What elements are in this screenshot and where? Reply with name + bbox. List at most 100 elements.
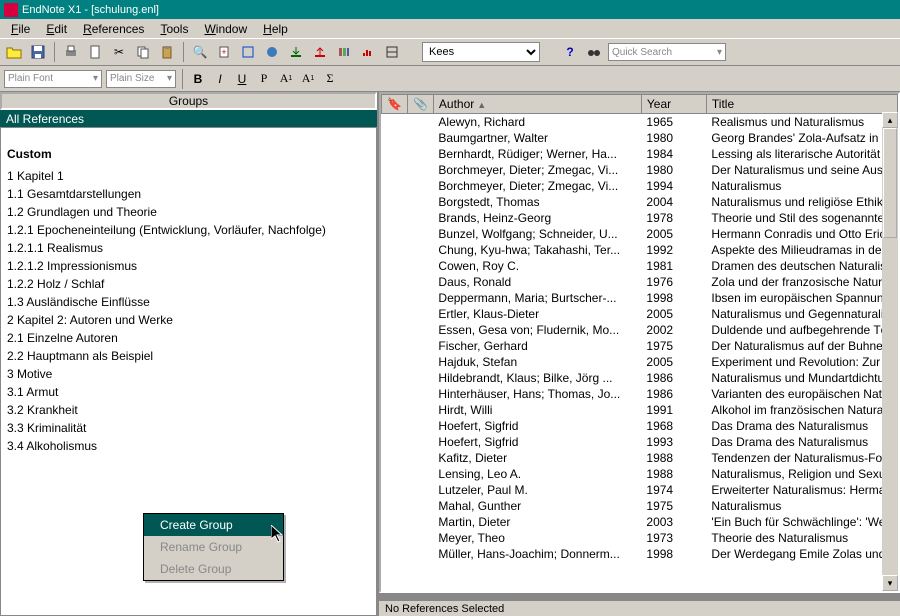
table-row[interactable]: Mahal, Gunther1975Naturalismus xyxy=(382,498,898,514)
italic-button[interactable]: I xyxy=(211,70,229,88)
group-item[interactable]: 1.2.2 Holz / Schlaf xyxy=(7,275,370,293)
table-row[interactable]: Cowen, Roy C.1981Dramen des deutschen Na… xyxy=(382,258,898,274)
all-references-item[interactable]: All References xyxy=(0,110,377,127)
group-item[interactable]: 3.2 Krankheit xyxy=(7,401,370,419)
table-row[interactable]: Lensing, Leo A.1988Naturalismus, Religio… xyxy=(382,466,898,482)
table-row[interactable]: Brands, Heinz-Georg1978Theorie und Stil … xyxy=(382,210,898,226)
group-item[interactable]: 1 Kapitel 1 xyxy=(7,167,370,185)
binoculars-icon[interactable] xyxy=(584,42,604,62)
panel-icon[interactable] xyxy=(382,42,402,62)
import-icon[interactable] xyxy=(286,42,306,62)
size-selector[interactable]: Plain Size▾ xyxy=(106,70,176,88)
separator xyxy=(54,42,55,62)
table-row[interactable]: Hajduk, Stefan2005Experiment und Revolut… xyxy=(382,354,898,370)
ref-icon[interactable] xyxy=(238,42,258,62)
menu-file[interactable]: File xyxy=(4,20,37,38)
group-item[interactable]: 1.2.1.1 Realismus xyxy=(7,239,370,257)
col-year[interactable]: Year xyxy=(641,95,706,114)
group-item[interactable]: 2.1 Einzelne Autoren xyxy=(7,329,370,347)
table-row[interactable]: Bernhardt, Rüdiger; Werner, Ha...1984Les… xyxy=(382,146,898,162)
online-icon[interactable] xyxy=(262,42,282,62)
cut-icon[interactable]: ✂ xyxy=(109,42,129,62)
table-row[interactable]: Alewyn, Richard1965Realismus und Natural… xyxy=(382,114,898,131)
table-row[interactable]: Hoefert, Sigfrid1968Das Drama des Natura… xyxy=(382,418,898,434)
print-icon[interactable] xyxy=(61,42,81,62)
font-selector[interactable]: Plain Font▾ xyxy=(4,70,102,88)
menu-help[interactable]: Help xyxy=(256,20,295,38)
export-icon[interactable] xyxy=(310,42,330,62)
table-row[interactable]: Hoefert, Sigfrid1993Das Drama des Natura… xyxy=(382,434,898,450)
copy-icon[interactable] xyxy=(133,42,153,62)
group-item[interactable]: 1.2.1.2 Impressionismus xyxy=(7,257,370,275)
table-row[interactable]: Borchmeyer, Dieter; Zmegac, Vi...1980Der… xyxy=(382,162,898,178)
table-row[interactable]: Martin, Dieter2003'Ein Buch für Schwächl… xyxy=(382,514,898,530)
separator xyxy=(182,69,183,89)
new-ref-icon[interactable]: + xyxy=(214,42,234,62)
titlebar: EndNote X1 - [schulung.enl] xyxy=(0,0,900,19)
group-item[interactable]: 1.3 Ausländische Einflüsse xyxy=(7,293,370,311)
table-row[interactable]: Daus, Ronald1976Zola und der franzosisch… xyxy=(382,274,898,290)
table-row[interactable]: Baumgartner, Walter1980Georg Brandes' Zo… xyxy=(382,130,898,146)
table-row[interactable]: Borchmeyer, Dieter; Zmegac, Vi...1994Nat… xyxy=(382,178,898,194)
table-row[interactable]: Lutzeler, Paul M.1974Erweiterter Natural… xyxy=(382,482,898,498)
group-item[interactable]: 3.3 Kriminalität xyxy=(7,419,370,437)
subscript-button[interactable]: A1 xyxy=(299,70,317,88)
table-row[interactable]: Deppermann, Maria; Burtscher-...1998Ibse… xyxy=(382,290,898,306)
vertical-scrollbar[interactable]: ▴ ▾ xyxy=(882,112,898,591)
svg-text:+: + xyxy=(221,47,226,57)
toolbar-format: Plain Font▾ Plain Size▾ B I U P A1 A1 Σ xyxy=(0,66,900,92)
save-icon[interactable] xyxy=(28,42,48,62)
context-delete-group: Delete Group xyxy=(144,558,283,580)
paste-icon[interactable] xyxy=(157,42,177,62)
group-item[interactable]: 3.4 Alkoholismus xyxy=(7,437,370,455)
table-row[interactable]: Hildebrandt, Klaus; Bilke, Jörg ...1986N… xyxy=(382,370,898,386)
table-row[interactable]: Hinterhäuser, Hans; Thomas, Jo...1986Var… xyxy=(382,386,898,402)
superscript-button[interactable]: A1 xyxy=(277,70,295,88)
symbol-button[interactable]: Σ xyxy=(321,70,339,88)
group-item[interactable]: 3 Motive xyxy=(7,365,370,383)
references-table: 🔖 📎 Author▲ Year Title Alewyn, Richard19… xyxy=(381,94,898,562)
menu-window[interactable]: Window xyxy=(197,20,254,38)
find-icon[interactable]: 🔍 xyxy=(190,42,210,62)
table-row[interactable]: Fischer, Gerhard1975Der Naturalismus auf… xyxy=(382,338,898,354)
group-item[interactable]: 1.1 Gesamtdarstellungen xyxy=(7,185,370,203)
table-row[interactable]: Ertler, Klaus-Dieter2005Naturalismus und… xyxy=(382,306,898,322)
table-row[interactable]: Müller, Hans-Joachim; Donnerm...1998Der … xyxy=(382,546,898,562)
group-item[interactable]: 2.2 Hauptmann als Beispiel xyxy=(7,347,370,365)
scroll-thumb[interactable] xyxy=(883,128,897,238)
folder-open-icon[interactable] xyxy=(4,42,24,62)
scroll-down-icon[interactable]: ▾ xyxy=(882,575,898,591)
quick-search-input[interactable]: Quick Search▾ xyxy=(608,43,726,61)
underline-button[interactable]: U xyxy=(233,70,251,88)
group-item[interactable]: 1.2.1 Epocheneinteilung (Entwicklung, Vo… xyxy=(7,221,370,239)
col-attach[interactable]: 📎 xyxy=(407,95,433,114)
col-title[interactable]: Title xyxy=(706,95,897,114)
table-row[interactable]: Hirdt, Willi1991Alkohol im französischen… xyxy=(382,402,898,418)
style-selector[interactable]: Kees xyxy=(422,42,540,62)
chart-icon[interactable] xyxy=(358,42,378,62)
table-row[interactable]: Chung, Kyu-hwa; Takahashi, Ter...1992Asp… xyxy=(382,242,898,258)
context-create-group[interactable]: Create Group xyxy=(144,514,283,536)
table-row[interactable]: Borgstedt, Thomas2004Naturalismus und re… xyxy=(382,194,898,210)
menu-references[interactable]: References xyxy=(76,20,151,38)
references-table-wrap: 🔖 📎 Author▲ Year Title Alewyn, Richard19… xyxy=(379,92,900,593)
bold-button[interactable]: B xyxy=(189,70,207,88)
menu-tools[interactable]: Tools xyxy=(153,20,195,38)
table-row[interactable]: Meyer, Theo1973Theorie des Naturalismus xyxy=(382,530,898,546)
plain-button[interactable]: P xyxy=(255,70,273,88)
menu-edit[interactable]: Edit xyxy=(39,20,74,38)
help-icon[interactable]: ? xyxy=(560,42,580,62)
table-row[interactable]: Essen, Gesa von; Fludernik, Mo...2002Dul… xyxy=(382,322,898,338)
group-item[interactable]: 3.1 Armut xyxy=(7,383,370,401)
table-row[interactable]: Kafitz, Dieter1988Tendenzen der Naturali… xyxy=(382,450,898,466)
group-item[interactable]: 2 Kapitel 2: Autoren und Werke xyxy=(7,311,370,329)
library-icon[interactable] xyxy=(334,42,354,62)
scroll-up-icon[interactable]: ▴ xyxy=(882,112,898,128)
groups-header: Groups xyxy=(0,92,377,110)
table-row[interactable]: Bunzel, Wolfgang; Schneider, U...2005Her… xyxy=(382,226,898,242)
group-item[interactable]: 1.2 Grundlagen und Theorie xyxy=(7,203,370,221)
col-flag[interactable]: 🔖 xyxy=(382,95,408,114)
col-author[interactable]: Author▲ xyxy=(433,95,641,114)
page-icon[interactable] xyxy=(85,42,105,62)
status-bar: No References Selected xyxy=(379,599,900,616)
